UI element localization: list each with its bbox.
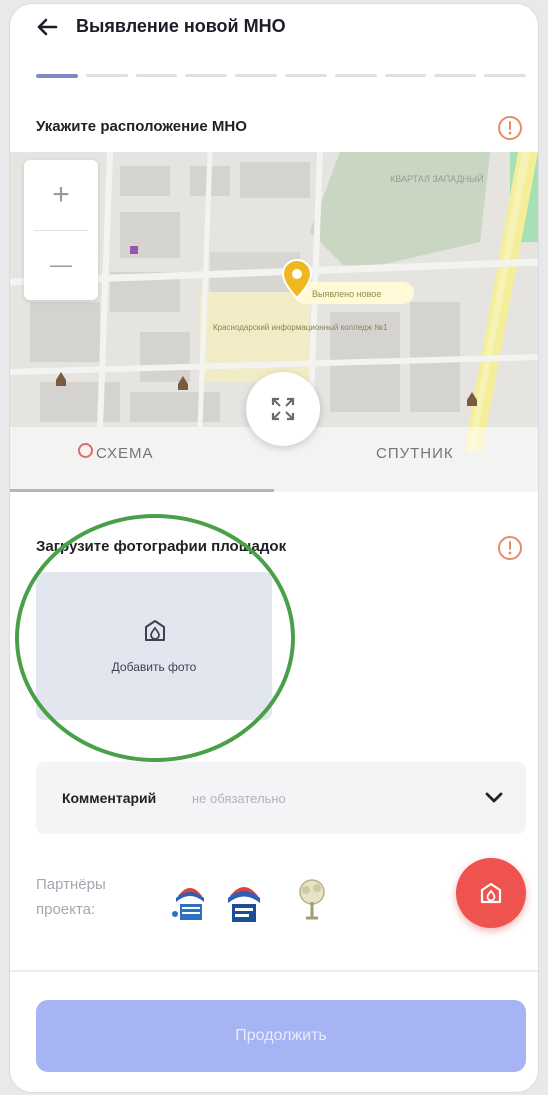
partner-logo-3 <box>299 879 325 920</box>
app-header: Выявление новой МНО <box>10 4 538 64</box>
partner-logo-1 <box>172 888 204 920</box>
tab-scheme[interactable]: СХЕМА <box>96 445 154 462</box>
add-photo-icon <box>145 620 165 641</box>
progress-segment <box>135 74 178 77</box>
app-screen: Выявление новой МНО Укажите расположение… <box>10 4 538 1092</box>
progress-segment <box>36 74 78 78</box>
comment-label: Комментарий <box>62 790 157 806</box>
info-icon[interactable] <box>496 534 524 562</box>
progress-segment <box>434 74 477 77</box>
continue-button[interactable]: Продолжить <box>36 1000 526 1072</box>
map-view[interactable]: КВАРТАЛ ЗАПАДНЫЙ Краснодарский информаци… <box>10 152 538 492</box>
expand-icon <box>271 397 295 421</box>
progress-segment <box>235 74 277 77</box>
progress-segment <box>484 74 526 77</box>
active-tab-indicator <box>10 489 274 492</box>
photo-section-title: Загрузите фотографии площадок <box>36 538 287 555</box>
zoom-in-button[interactable]: + <box>24 160 98 230</box>
map-area-label: КВАРТАЛ ЗАПАДНЫЙ <box>390 173 484 184</box>
comment-hint: не обязательно <box>192 791 286 806</box>
section-divider <box>10 970 538 972</box>
partner-logo-2 <box>228 887 260 922</box>
camera-fab-button[interactable] <box>456 858 526 928</box>
zoom-controls: + — <box>24 160 98 300</box>
page-title: Выявление новой МНО <box>76 16 286 36</box>
progress-segment <box>384 74 427 77</box>
progress-segment <box>284 74 327 77</box>
map-mode-dot-icon <box>78 443 93 458</box>
expand-map-button[interactable] <box>246 372 320 446</box>
zoom-out-button[interactable]: — <box>24 230 98 300</box>
partners-label: Партнёры проекта: <box>36 872 106 922</box>
progress-segment <box>334 74 377 77</box>
location-section-title: Укажите расположение МНО <box>36 118 247 135</box>
map-building-label: Краснодарский информационный колледж №1 <box>213 323 388 332</box>
partners-label-line2: проекта: <box>36 901 96 918</box>
add-photo-button[interactable]: Добавить фото <box>36 572 272 720</box>
back-arrow-icon[interactable] <box>32 12 62 42</box>
chevron-down-icon <box>485 792 503 803</box>
comment-dropdown[interactable]: Комментарий не обязательно <box>36 762 526 834</box>
camera-icon <box>480 882 502 904</box>
tab-satellite[interactable]: СПУТНИК <box>376 445 454 462</box>
partners-label-line1: Партнёры <box>36 876 106 893</box>
progress-segment <box>185 74 228 77</box>
info-icon[interactable] <box>496 114 524 142</box>
add-photo-label: Добавить фото <box>111 660 197 674</box>
progress-segment <box>85 74 128 77</box>
step-progress <box>36 74 526 78</box>
map-marker-label: Выявлено новое <box>312 289 381 299</box>
